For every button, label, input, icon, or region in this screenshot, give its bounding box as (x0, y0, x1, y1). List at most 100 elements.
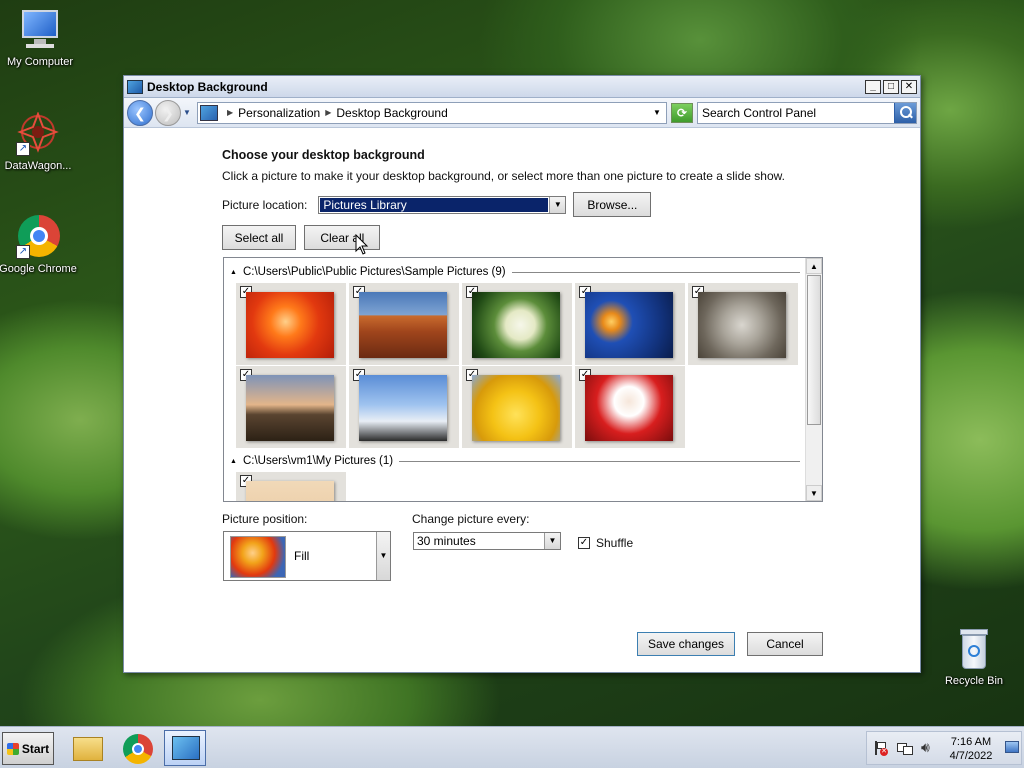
scroll-up-icon[interactable]: ▲ (806, 258, 822, 274)
main-content: Choose your desktop background Click a p… (222, 146, 832, 250)
shuffle-label: Shuffle (596, 536, 634, 550)
shortcut-arrow-icon: ↗ (16, 142, 30, 156)
scroll-down-icon[interactable]: ▼ (806, 485, 822, 501)
picture-tile-santa[interactable]: ✓ (575, 366, 685, 448)
close-button[interactable]: ✕ (901, 79, 917, 94)
breadcrumb-desktop-background[interactable]: Desktop Background (336, 106, 447, 120)
change-picture-every-label: Change picture every: (412, 512, 530, 526)
picture-tile-penguins[interactable]: ✓ (349, 366, 459, 448)
picture-tile-my-picture[interactable]: ✓ (236, 472, 346, 501)
picture-tile-chrysanthemum[interactable]: ✓ (236, 283, 346, 365)
picture-location-label: Picture location: (222, 197, 308, 212)
chevron-down-icon[interactable]: ▼ (544, 533, 560, 549)
maximize-button[interactable]: □ (883, 79, 899, 94)
picture-position-preview (230, 536, 286, 578)
start-label: Start (21, 741, 50, 756)
divider (399, 460, 800, 462)
datawagon-icon: ↗ (16, 111, 60, 156)
gallery-scrollbar[interactable]: ▲ ▼ (805, 258, 822, 501)
picture-tile-lighthouse[interactable]: ✓ (236, 366, 346, 448)
windows-logo-icon (6, 742, 19, 755)
shuffle-option[interactable]: ✓ Shuffle (578, 536, 633, 550)
recent-pages-dropdown-icon[interactable]: ▼ (183, 108, 193, 117)
desktop-icon-label: My Computer (6, 56, 74, 68)
breadcrumb-separator-icon[interactable]: ▶ (325, 108, 331, 117)
chrome-icon: ↗ (16, 215, 60, 259)
save-changes-button[interactable]: Save changes (637, 632, 735, 656)
lighthouse-thumbnail (246, 375, 334, 441)
action-center-flag-icon[interactable]: ✕ (873, 741, 888, 756)
breadcrumb-separator-icon[interactable]: ▶ (227, 108, 233, 117)
select-all-button[interactable]: Select all (222, 225, 296, 250)
desert-thumbnail (359, 292, 447, 358)
page-instructions: Click a picture to make it your desktop … (222, 169, 785, 183)
picture-location-row: Picture location: Pictures Library ▼ Bro… (222, 192, 652, 217)
taskbar-chrome[interactable] (116, 730, 158, 766)
picture-tile-jellyfish[interactable]: ✓ (575, 283, 685, 365)
gallery-group-header[interactable]: ▲ C:\Users\Public\Public Pictures\Sample… (230, 266, 800, 278)
scrollbar-thumb[interactable] (807, 275, 821, 425)
picture-tile-koala[interactable]: ✓ (688, 283, 798, 365)
minimize-button[interactable]: _ (865, 79, 881, 94)
clock[interactable]: 7:16 AM 4/7/2022 (943, 735, 999, 763)
volume-icon[interactable]: 🔊︎ (921, 739, 930, 756)
control-panel-icon (127, 79, 143, 94)
picture-location-value: Pictures Library (320, 197, 549, 212)
breadcrumb-personalization[interactable]: Personalization (238, 106, 320, 120)
address-bar: ❮ ❯ ▼ ▶ Personalization ▶ Desktop Backgr… (124, 98, 920, 128)
network-icon[interactable] (897, 741, 913, 755)
picture-tile-desert[interactable]: ✓ (349, 283, 459, 365)
title-bar[interactable]: Desktop Background _ □ ✕ (124, 76, 920, 98)
taskbar: Start ✕ 🔊︎ 7:16 AM 4/7/2022 (0, 726, 1024, 768)
penguins-thumbnail (359, 375, 447, 441)
computer-icon (18, 8, 62, 52)
window-title: Desktop Background (147, 79, 268, 94)
chevron-down-icon[interactable]: ▼ (376, 532, 390, 580)
cancel-button[interactable]: Cancel (747, 632, 823, 656)
santa-thumbnail (585, 375, 673, 441)
back-arrow-icon[interactable]: ❮ (127, 99, 153, 126)
shortcut-arrow-icon: ↗ (16, 245, 30, 259)
start-button[interactable]: Start (2, 732, 54, 765)
picture-position-select[interactable]: Fill ▼ (223, 531, 391, 581)
desktop-icon-label: DataWagon... (4, 160, 72, 172)
hydrangeas-thumbnail (472, 292, 560, 358)
picture-tile-tulips[interactable]: ✓ (462, 366, 572, 448)
show-desktop-icon[interactable] (1005, 741, 1019, 753)
forward-arrow-icon[interactable]: ❯ (155, 99, 181, 126)
control-panel-icon (200, 104, 218, 121)
recycle-bin-icon (952, 627, 996, 671)
chrysanthemum-thumbnail (246, 292, 334, 358)
shuffle-checkbox[interactable]: ✓ (578, 537, 590, 549)
taskbar-control-panel[interactable] (164, 730, 206, 766)
clock-time: 7:16 AM (950, 736, 992, 748)
desktop-icon-google-chrome[interactable]: ↗ Google Chrome (0, 215, 78, 275)
my-picture-thumbnail (246, 481, 334, 501)
taskbar-file-explorer[interactable] (66, 730, 108, 766)
desktop-icon-recycle-bin[interactable]: Recycle Bin (934, 627, 1014, 687)
chevron-down-icon[interactable]: ▼ (549, 196, 566, 213)
control-panel-icon (172, 736, 200, 760)
tulips-thumbnail (472, 375, 560, 441)
search-icon[interactable] (894, 102, 916, 123)
picture-position-label: Picture position: (222, 512, 308, 526)
collapse-caret-icon[interactable]: ▲ (230, 269, 237, 276)
picture-tile-hydrangeas[interactable]: ✓ (462, 283, 572, 365)
divider (511, 271, 800, 273)
desktop-icon-datawagon[interactable]: ↗ DataWagon... (0, 111, 78, 172)
search-input[interactable] (698, 103, 894, 122)
browse-button[interactable]: Browse... (573, 192, 652, 217)
gallery-group-header[interactable]: ▲ C:\Users\vm1\My Pictures (1) (230, 455, 800, 467)
mouse-cursor-icon (355, 234, 369, 255)
clock-date: 4/7/2022 (949, 750, 993, 762)
picture-position-value: Fill (294, 549, 310, 563)
picture-location-select[interactable]: Pictures Library ▼ (318, 195, 567, 214)
breadcrumb[interactable]: ▶ Personalization ▶ Desktop Background ▼ (197, 101, 667, 124)
desktop-icon-label: Recycle Bin (944, 675, 1004, 687)
address-dropdown-icon[interactable]: ▼ (648, 108, 666, 117)
refresh-button[interactable]: ⟳ (671, 102, 693, 123)
change-picture-every-select[interactable]: 30 minutes ▼ (413, 532, 561, 550)
search-box (697, 101, 917, 124)
desktop-icon-my-computer[interactable]: My Computer (0, 8, 80, 68)
collapse-caret-icon[interactable]: ▲ (230, 458, 237, 465)
